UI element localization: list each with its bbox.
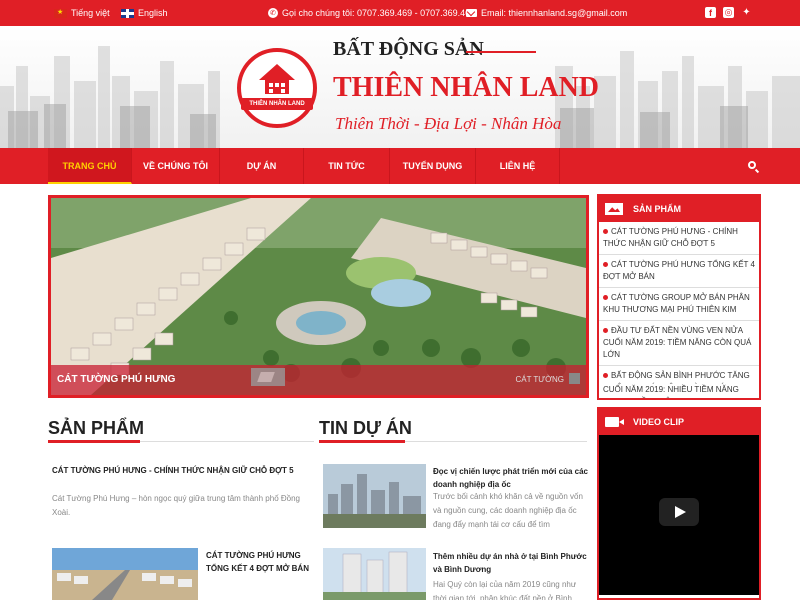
language-vi[interactable]: Tiếng việt — [54, 8, 110, 18]
sidebar-product-item[interactable]: ĐẦU TƯ ĐẤT NỀN VÙNG VEN NỬA CUỐI NĂM 201… — [599, 321, 759, 366]
phone-icon: ✆ — [268, 8, 278, 18]
news-heading: TIN DỰ ÁN — [319, 418, 412, 438]
product-featured-title[interactable]: CÁT TƯỜNG PHÚ HƯNG - CHÍNH THỨC NHẬN GIỮ… — [52, 464, 314, 477]
email-contact[interactable]: Email: thiennhanland.sg@gmail.com — [466, 8, 627, 18]
news-item-1-excerpt: Trước bối cảnh khó khăn cả về nguồn vốn … — [433, 492, 583, 529]
site-logo[interactable]: THIÊN NHÂN LAND — [237, 48, 317, 128]
hero-slider[interactable]: CÁT TƯỜNG PHÚ HƯNG CÁT TƯỜNG — [48, 195, 589, 398]
brand-divider — [466, 51, 536, 53]
top-bar: Tiếng việt English ✆ Gọi cho chúng tôi: … — [0, 0, 800, 26]
bullet-icon — [603, 295, 608, 301]
slider-title: CÁT TƯỜNG PHÚ HƯNG — [57, 374, 176, 385]
bullet-icon — [603, 373, 608, 379]
language-en-label: English — [138, 8, 168, 18]
twitter-icon[interactable]: ✦ — [741, 7, 752, 18]
sidebar-video-header: VIDEO CLIP — [599, 409, 759, 435]
logo-ribbon: THIÊN NHÂN LAND — [241, 98, 313, 110]
nav-item-projects[interactable]: DỰ ÁN — [220, 148, 304, 184]
news-item-1-title[interactable]: Đọc vị chiến lược phát triển mới của các… — [433, 465, 588, 491]
sidebar-product-item[interactable]: CÁT TƯỜNG GROUP MỞ BÁN PHÂN KHU THƯƠNG M… — [599, 288, 759, 321]
language-en[interactable]: English — [121, 8, 168, 18]
nav-item-recruitment[interactable]: TUYỂN DỤNG — [390, 148, 476, 184]
products-heading: SẢN PHẨM — [48, 418, 145, 438]
language-vi-label: Tiếng việt — [71, 8, 110, 18]
sidebar-product-item[interactable]: CÁT TƯỜNG PHÚ HƯNG TỔNG KẾT 4 ĐỢT MỞ BÁN — [599, 255, 759, 288]
news-thumbnail-1[interactable] — [323, 464, 426, 528]
building-news-image — [323, 548, 426, 600]
brand-top-text: BẤT ĐỘNG SẢN — [333, 38, 484, 60]
main-navigation: TRANG CHỦ VỀ CHÚNG TÔI DỰ ÁN TIN TỨC TUY… — [0, 148, 800, 184]
news-heading-underline — [319, 440, 405, 443]
play-button-icon[interactable] — [659, 498, 699, 526]
product-image — [52, 548, 198, 600]
bullet-icon — [603, 328, 608, 334]
sidebar-product-item-tail[interactable]: CUỐI NĂM 2019: NHIỀU TIỀM NĂNG NHƯNG CẦN… — [599, 384, 759, 398]
news-thumbnail-2[interactable] — [323, 548, 426, 600]
sidebar-product-item[interactable]: CÁT TƯỜNG PHÚ HƯNG - CHÍNH THỨC NHẬN GIỮ… — [599, 222, 759, 255]
news-item-2-title[interactable]: Thêm nhiều dự án nhà ở tại Bình Phước và… — [433, 550, 588, 576]
sidebar-video: VIDEO CLIP — [597, 407, 761, 600]
vietnam-flag-icon — [54, 8, 67, 18]
phone-contact[interactable]: ✆ Gọi cho chúng tôi: 0707.369.469 - 0707… — [268, 8, 475, 18]
sidebar-product-item[interactable]: BẤT ĐỘNG SẢN BÌNH PHƯỚC TĂNG NHIỆT KHI C… — [599, 366, 759, 384]
video-camera-icon — [605, 417, 624, 427]
bullet-icon — [603, 262, 608, 268]
sidebar-product-list: CÁT TƯỜNG PHÚ HƯNG - CHÍNH THỨC NHẬN GIỮ… — [599, 222, 759, 398]
product-featured-excerpt: Cát Tường Phú Hưng – hòn ngọc quý giữa t… — [52, 494, 300, 517]
product-second-title[interactable]: CÁT TƯỜNG PHÚ HƯNG TỔNG KẾT 4 ĐỢT MỞ BÁN — [206, 549, 316, 575]
house-logo-icon — [259, 64, 295, 94]
email-text: Email: thiennhanland.sg@gmail.com — [481, 8, 628, 18]
instagram-icon[interactable]: ◎ — [723, 7, 734, 18]
bullet-icon — [603, 229, 608, 235]
sidebar-products-title: SẢN PHẨM — [633, 204, 682, 214]
news-item-2-excerpt: Hai Quý còn lại của năm 2019 cũng như th… — [433, 580, 577, 600]
video-player[interactable] — [599, 435, 759, 595]
brand-name: THIÊN NHÂN LAND — [333, 72, 600, 103]
landscape-icon — [605, 203, 623, 215]
phone-text: Gọi cho chúng tôi: 0707.369.469 - 0707.3… — [282, 8, 476, 18]
sidebar-video-title: VIDEO CLIP — [633, 417, 685, 427]
products-heading-underline — [48, 440, 140, 443]
brand-slogan: Thiên Thời - Địa Lợi - Nhân Hòa — [335, 114, 562, 133]
nav-item-news[interactable]: TIN TỨC — [304, 148, 390, 184]
product-thumbnail[interactable] — [52, 548, 198, 600]
nav-item-home[interactable]: TRANG CHỦ — [48, 148, 132, 184]
mail-icon — [466, 9, 477, 17]
facebook-icon[interactable]: f — [705, 7, 716, 18]
nav-item-about[interactable]: VỀ CHÚNG TÔI — [132, 148, 220, 184]
social-links: f ◎ ✦ — [705, 7, 752, 18]
slider-thumbnail[interactable] — [251, 368, 285, 386]
slider-caption: CÁT TƯỜNG PHÚ HƯNG CÁT TƯỜNG — [51, 365, 586, 395]
city-news-image — [323, 464, 426, 528]
sidebar-products-header: SẢN PHẨM — [599, 196, 759, 222]
slider-tag: CÁT TƯỜNG — [515, 375, 564, 384]
search-icon[interactable] — [748, 161, 756, 169]
uk-flag-icon — [121, 8, 134, 18]
site-header: THIÊN NHÂN LAND BẤT ĐỘNG SẢN THIÊN NHÂN … — [0, 26, 800, 148]
sidebar-products: SẢN PHẨM CÁT TƯỜNG PHÚ HƯNG - CHÍNH THỨC… — [597, 194, 761, 400]
nav-item-contact[interactable]: LIÊN HỆ — [476, 148, 560, 184]
slide-thumbnail-icon[interactable] — [569, 373, 580, 384]
